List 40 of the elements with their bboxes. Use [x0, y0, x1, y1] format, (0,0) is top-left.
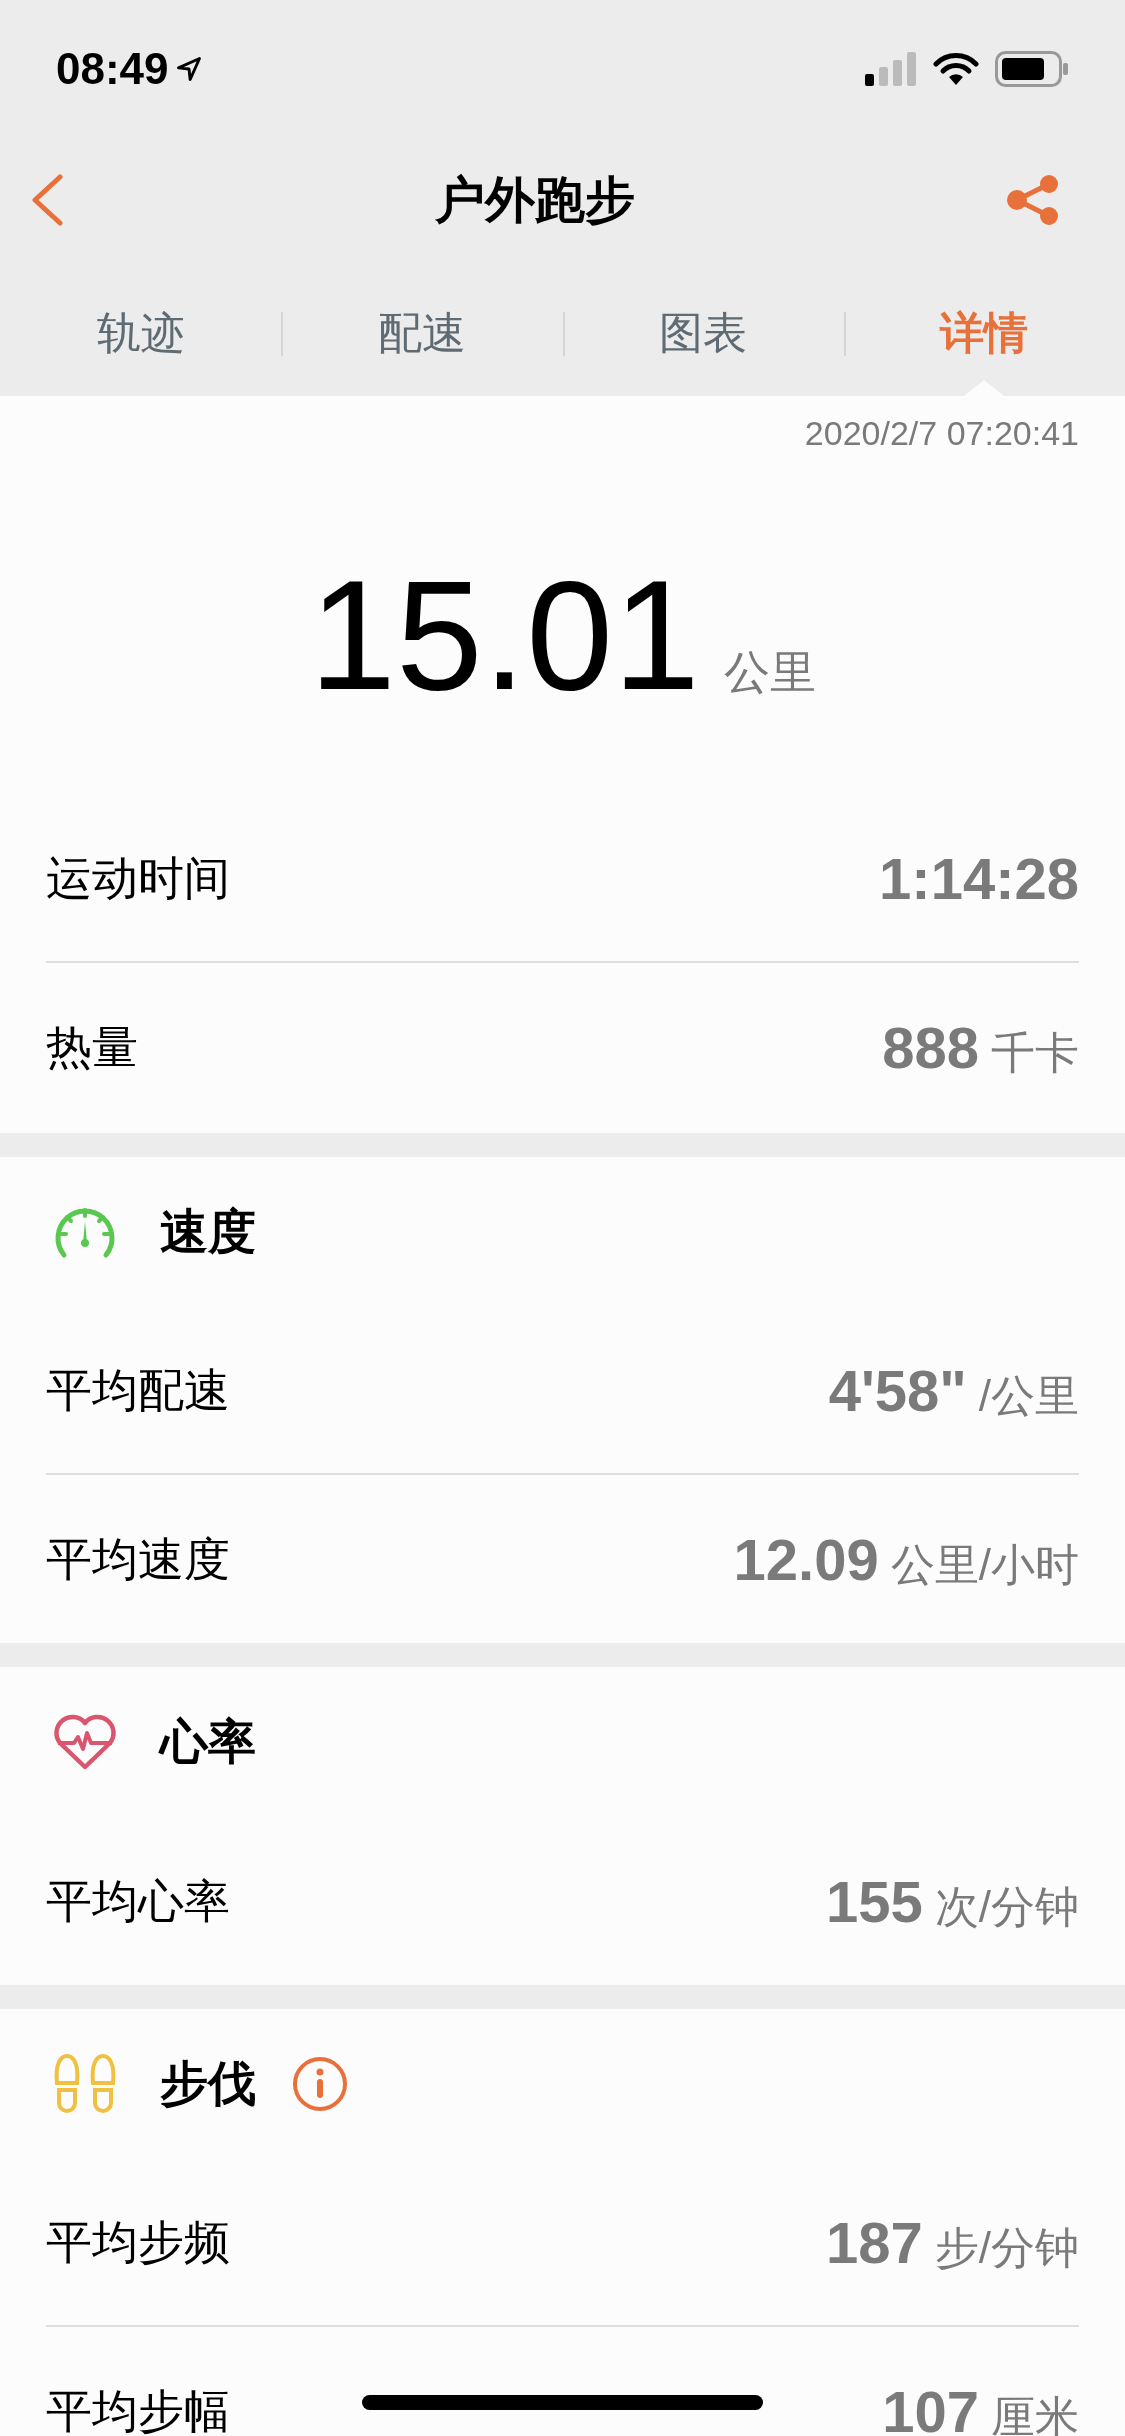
wifi-icon: [933, 52, 979, 86]
distance-value: 15.01: [309, 557, 700, 713]
section-title: 心率: [160, 1714, 256, 1770]
tab[interactable]: 轨迹: [96, 300, 185, 366]
row-value: 4'58": [828, 1356, 967, 1425]
row-value: 1:14:28: [879, 844, 1079, 913]
battery-icon: [995, 51, 1069, 87]
section-title: 步伐: [160, 2056, 256, 2112]
row-label: 平均步幅: [46, 2383, 230, 2436]
info-icon[interactable]: [292, 2056, 348, 2112]
section-title: 速度: [160, 1204, 256, 1260]
row-label: 平均心率: [46, 1873, 230, 1929]
tab[interactable]: 图表: [659, 300, 748, 366]
row-unit: 千卡: [991, 1026, 1079, 1079]
date-time: 2020/2/7 07:20:41: [804, 413, 1079, 454]
row-label: 热量: [46, 1019, 138, 1075]
heart-pulse-icon: [52, 1713, 118, 1771]
row-label: 平均步频: [46, 2214, 230, 2270]
tab[interactable]: 详情: [940, 300, 1029, 366]
row-unit: 次/分钟: [934, 1880, 1079, 1933]
row-unit: 步/分钟: [934, 2221, 1079, 2274]
footprints-icon: [52, 2053, 118, 2115]
row-value: 107: [882, 2377, 979, 2436]
row-value: 155: [826, 1867, 923, 1936]
location-arrow-icon: [174, 55, 203, 83]
share-icon[interactable]: [1005, 172, 1061, 228]
row-label: 平均速度: [46, 1531, 230, 1587]
signal-icon: [865, 52, 917, 86]
row-unit: 公里/小时: [890, 1538, 1079, 1591]
row-unit: /公里: [978, 1369, 1079, 1422]
row-value: 12.09: [733, 1525, 879, 1594]
page-title: 户外跑步: [434, 170, 635, 230]
distance-unit: 公里: [723, 645, 816, 700]
row-value: 187: [826, 2208, 923, 2277]
row-label: 运动时间: [46, 850, 230, 906]
status-time: 08:49: [56, 43, 169, 95]
row-label: 平均配速: [46, 1362, 230, 1418]
back-icon[interactable]: [30, 174, 64, 226]
tab[interactable]: 配速: [377, 300, 466, 366]
row-value: 888: [882, 1013, 979, 1082]
